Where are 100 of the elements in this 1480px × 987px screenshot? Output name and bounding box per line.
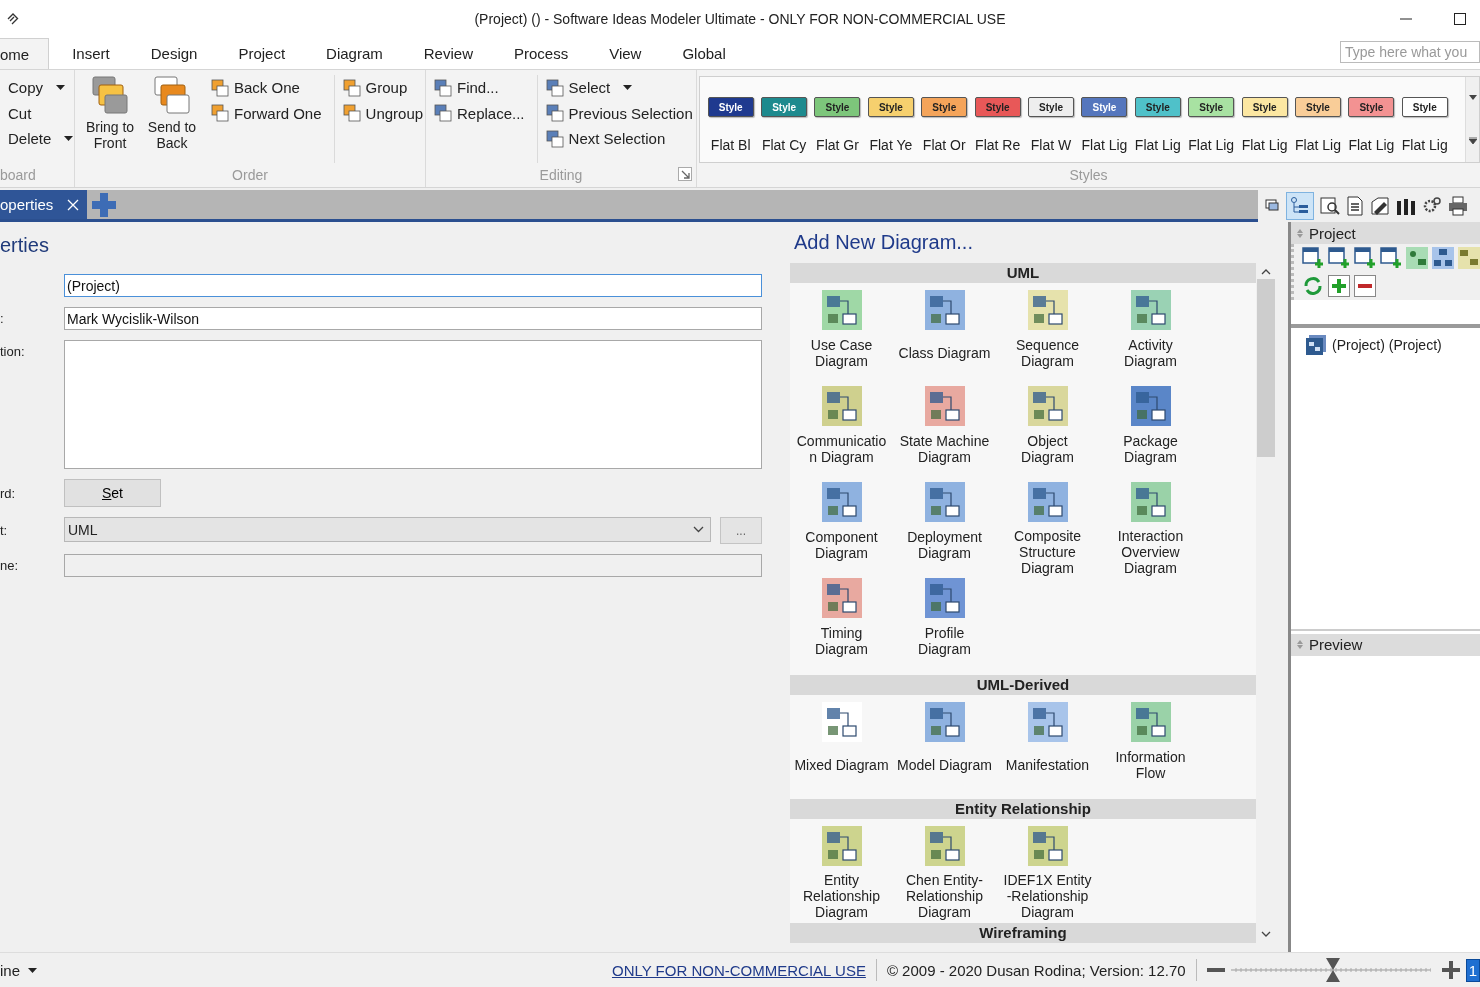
browse-button[interactable]: ... xyxy=(720,517,762,544)
add-diagram-icon[interactable] xyxy=(1328,247,1350,269)
style-swatch[interactable]: Style xyxy=(814,97,861,117)
chevron-up-icon[interactable] xyxy=(1261,269,1271,275)
diagram-type-item[interactable]: Information Flow xyxy=(1103,699,1198,795)
ribbon-tab[interactable]: Process xyxy=(493,45,590,69)
ribbon-button[interactable]: Previous Selection xyxy=(543,100,695,126)
style-swatch[interactable]: Style xyxy=(1188,97,1235,117)
pencil-icon[interactable] xyxy=(1370,196,1390,216)
diagram-type-item[interactable]: Package Diagram xyxy=(1103,383,1198,479)
scroll-down-icon[interactable] xyxy=(1468,95,1477,101)
diagram-type-item[interactable]: Deployment Diagram xyxy=(897,479,992,575)
refresh-icon[interactable] xyxy=(1302,275,1324,297)
add-diagram-icon[interactable] xyxy=(1354,247,1376,269)
diagram-icon[interactable] xyxy=(1432,247,1454,269)
dropdown-field[interactable]: UML xyxy=(64,517,711,542)
text-field[interactable]: Mark Wycislik-Wilson xyxy=(64,307,762,330)
ribbon-tab[interactable]: Review xyxy=(403,45,494,69)
magnifier-icon[interactable] xyxy=(1320,196,1340,216)
ribbon-button[interactable]: Back One xyxy=(209,75,324,101)
diagram-icon[interactable] xyxy=(1458,247,1480,269)
diagram-type-item[interactable]: Activity Diagram xyxy=(1103,287,1198,383)
ribbon-button[interactable]: Bring to Front xyxy=(81,75,139,151)
diagram-type-item[interactable]: Communication Diagram xyxy=(794,383,889,479)
diagram-type-item[interactable]: Entity Relationship Diagram xyxy=(794,823,889,919)
zoom-value[interactable]: 1 xyxy=(1465,958,1480,982)
document-icon[interactable] xyxy=(1346,196,1364,216)
style-swatch[interactable]: Style xyxy=(1081,97,1128,117)
plus-icon[interactable] xyxy=(1328,275,1350,297)
diagram-type-item[interactable]: Component Diagram xyxy=(794,479,889,575)
ribbon-button[interactable]: Replace... xyxy=(432,100,527,126)
style-swatch[interactable]: Style xyxy=(1401,97,1448,117)
ribbon-tab[interactable]: ome xyxy=(0,38,50,69)
ribbon-button[interactable]: Cut xyxy=(6,100,76,126)
ribbon-button[interactable]: Find... xyxy=(432,75,527,101)
tree-item[interactable]: (Project) (Project) xyxy=(1305,332,1480,356)
diagram-type-item[interactable]: Timing Diagram xyxy=(794,575,889,671)
slider-thumb[interactable] xyxy=(1326,958,1341,982)
dialog-launcher-icon[interactable] xyxy=(678,167,692,181)
ribbon-tab[interactable]: Insert xyxy=(52,45,131,69)
ribbon-button[interactable]: Select xyxy=(543,75,695,101)
description-field[interactable] xyxy=(64,340,762,469)
diagram-type-item[interactable]: Composite Structure Diagram xyxy=(1000,479,1095,575)
style-swatch[interactable]: Style xyxy=(1348,97,1395,117)
ribbon-tab[interactable]: Global xyxy=(662,45,747,69)
diagram-type-item[interactable]: Chen Entity-Relationship Diagram xyxy=(897,823,992,919)
diagram-type-item[interactable]: Sequence Diagram xyxy=(1000,287,1095,383)
diagram-type-item[interactable]: Mixed Diagram xyxy=(794,699,889,795)
ribbon-tab[interactable]: View xyxy=(589,45,663,69)
ribbon-button[interactable]: Copy xyxy=(6,75,76,101)
zoom-in-icon[interactable] xyxy=(1441,961,1460,979)
style-swatch[interactable]: Style xyxy=(867,97,914,117)
printer-icon[interactable] xyxy=(1448,196,1468,216)
add-diagram-icon[interactable] xyxy=(1302,247,1324,269)
diagram-type-item[interactable]: Profile Diagram xyxy=(897,575,992,671)
text-field[interactable]: (Project) xyxy=(64,274,762,297)
ribbon-button[interactable]: Group xyxy=(340,75,426,101)
diagram-type-item[interactable]: Use Case Diagram xyxy=(794,287,889,383)
expand-icon[interactable] xyxy=(1468,136,1477,144)
search-field[interactable]: Type here what you xyxy=(1340,41,1480,63)
style-swatch[interactable]: Style xyxy=(974,97,1021,117)
chevron-down-icon[interactable] xyxy=(1261,931,1271,937)
gallery-scrollbar[interactable] xyxy=(1465,77,1479,162)
style-swatch[interactable]: Style xyxy=(761,97,808,117)
diagram-type-item[interactable]: State Machine Diagram xyxy=(897,383,992,479)
ribbon-tab[interactable]: Diagram xyxy=(306,45,404,69)
bars-icon[interactable] xyxy=(1396,196,1416,216)
minus-icon[interactable] xyxy=(1354,275,1376,297)
ribbon-button[interactable]: Next Selection xyxy=(543,126,695,152)
diagram-type-item[interactable]: Model Diagram xyxy=(897,699,992,795)
style-swatch[interactable]: Style xyxy=(707,97,754,117)
add-tab-icon[interactable] xyxy=(91,191,118,218)
style-swatch[interactable]: Style xyxy=(1028,97,1075,117)
close-icon[interactable] xyxy=(67,198,80,211)
window-icon[interactable] xyxy=(1264,198,1280,214)
ribbon-tab[interactable]: Project xyxy=(218,45,307,69)
ribbon-button[interactable]: Forward One xyxy=(209,100,324,126)
add-diagram-icon[interactable] xyxy=(1380,247,1402,269)
document-tab[interactable]: operties xyxy=(0,190,88,219)
diagram-type-item[interactable]: IDEF1X Entity -Relationship Diagram xyxy=(1000,823,1095,919)
ribbon-button[interactable]: Delete xyxy=(6,126,76,152)
scrollbar-thumb[interactable] xyxy=(1257,279,1275,457)
ribbon-tab[interactable]: Design xyxy=(130,45,219,69)
style-swatch[interactable]: Style xyxy=(1295,97,1341,117)
zoom-out-icon[interactable] xyxy=(1206,967,1225,973)
diagram-icon[interactable] xyxy=(1406,247,1428,269)
diagram-type-item[interactable]: Manifestation xyxy=(1000,699,1095,795)
style-swatch[interactable]: Style xyxy=(1241,97,1288,117)
set-button[interactable]: Set xyxy=(64,479,161,507)
ribbon-button[interactable]: Ungroup xyxy=(340,100,426,126)
style-swatch[interactable]: Style xyxy=(1134,97,1181,117)
license-link[interactable]: ONLY FOR NON-COMMERCIAL USE xyxy=(611,961,866,979)
diagram-type-item[interactable]: Object Diagram xyxy=(1000,383,1095,479)
ribbon-button[interactable]: Send to Back xyxy=(143,75,201,151)
maximize-icon[interactable] xyxy=(1454,13,1466,25)
panel-header[interactable]: Project xyxy=(1291,222,1480,244)
style-swatch[interactable]: Style xyxy=(921,97,968,117)
diagram-type-item[interactable]: Class Diagram xyxy=(897,287,992,383)
mode-dropdown[interactable]: ine xyxy=(0,961,38,979)
diagram-type-item[interactable]: Interaction Overview Diagram xyxy=(1103,479,1198,575)
